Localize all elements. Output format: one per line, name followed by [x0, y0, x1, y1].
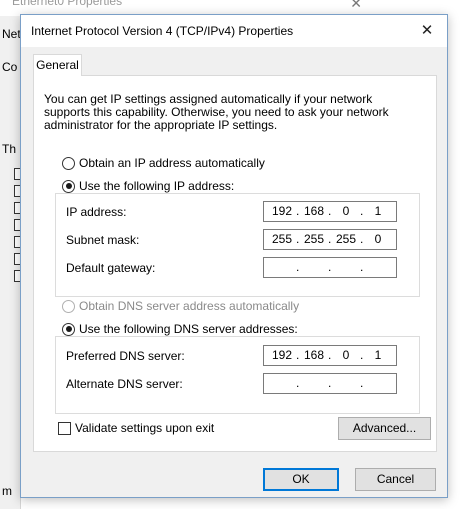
ip-dot: . — [328, 260, 332, 274]
background-text-netw: Netw — [2, 27, 20, 41]
ip-address-octet-3: 0 — [342, 204, 350, 218]
subnet-octet-1: 255 — [271, 232, 293, 246]
tab-general[interactable]: General — [33, 54, 82, 76]
preferred-dns-octet-1: 192 — [271, 348, 293, 362]
ip-dot: . — [360, 260, 364, 274]
description-text: You can get IP settings assigned automat… — [44, 92, 389, 132]
use-following-dns-option[interactable]: Use the following DNS server addresses: — [62, 322, 302, 336]
close-icon[interactable]: ✕ — [417, 21, 437, 41]
ip-dot: . — [360, 204, 364, 218]
use-following-dns-label: Use the following DNS server addresses: — [79, 322, 298, 336]
alternate-dns-label: Alternate DNS server: — [66, 377, 183, 391]
ip-dot: . — [360, 348, 364, 362]
subnet-octet-3: 255 — [335, 232, 357, 246]
use-following-ip-label: Use the following IP address: — [79, 179, 235, 193]
obtain-ip-auto-radio[interactable] — [62, 156, 75, 170]
preferred-dns-octet-2: 168 — [303, 348, 325, 362]
ip-dot: . — [360, 376, 364, 390]
preferred-dns-octet-3: 0 — [342, 348, 350, 362]
use-following-ip-radio[interactable] — [62, 179, 75, 193]
obtain-dns-auto-radio[interactable] — [62, 299, 75, 313]
ip-address-label: IP address: — [66, 205, 127, 219]
ip-address-octet-1: 192 — [271, 204, 293, 218]
subnet-octet-4: 0 — [374, 232, 382, 246]
ip-dot: . — [296, 376, 300, 390]
obtain-ip-auto-option[interactable]: Obtain an IP address automatically — [62, 156, 265, 170]
ipv4-properties-dialog: Internet Protocol Version 4 (TCP/IPv4) P… — [20, 14, 448, 498]
cancel-button[interactable]: Cancel — [355, 468, 436, 491]
preferred-dns-octet-4: 1 — [374, 348, 382, 362]
use-following-dns-radio[interactable] — [62, 322, 75, 336]
preferred-dns-label: Preferred DNS server: — [66, 349, 185, 363]
validate-settings-label: Validate settings upon exit — [75, 421, 215, 435]
background-text-m: m — [2, 484, 12, 498]
ip-dot: . — [328, 204, 332, 218]
validate-settings-checkbox[interactable] — [58, 421, 71, 435]
alternate-dns-input[interactable]: . . . — [263, 373, 397, 394]
ip-dot: . — [296, 204, 300, 218]
default-gateway-label: Default gateway: — [66, 261, 156, 275]
general-panel: You can get IP settings assigned automat… — [33, 75, 437, 452]
ip-dot: . — [296, 348, 300, 362]
dialog-title: Internet Protocol Version 4 (TCP/IPv4) P… — [31, 24, 294, 38]
ip-address-octet-2: 168 — [303, 204, 325, 218]
ip-dot: . — [328, 376, 332, 390]
background-close-icon[interactable]: ✕ — [350, 0, 362, 12]
default-gateway-input[interactable]: . . . — [263, 257, 397, 278]
subnet-mask-input[interactable]: 255 . 255 . 255 . 0 — [263, 229, 397, 250]
background-text-co: Co — [2, 60, 18, 74]
advanced-button[interactable]: Advanced... — [338, 417, 431, 440]
preferred-dns-input[interactable]: 192 . 168 . 0 . 1 — [263, 345, 397, 366]
obtain-ip-auto-label: Obtain an IP address automatically — [79, 156, 265, 170]
ip-dot: . — [360, 232, 364, 246]
ip-dot: . — [296, 232, 300, 246]
tab-general-label: General — [36, 58, 79, 72]
subnet-mask-label: Subnet mask: — [66, 233, 140, 247]
validate-settings-option[interactable]: Validate settings upon exit — [58, 421, 214, 435]
background-window-title: Ethernet0 Properties — [12, 0, 123, 8]
background-text-th: Th — [2, 142, 17, 156]
ip-dot: . — [328, 348, 332, 362]
dialog-titlebar: Internet Protocol Version 4 (TCP/IPv4) P… — [21, 15, 447, 47]
ip-dot: . — [328, 232, 332, 246]
obtain-dns-auto-label: Obtain DNS server address automatically — [79, 299, 300, 313]
use-following-ip-option[interactable]: Use the following IP address: — [62, 179, 239, 193]
ip-address-octet-4: 1 — [374, 204, 382, 218]
ip-address-input[interactable]: 192 . 168 . 0 . 1 — [263, 201, 397, 222]
ip-dot: . — [296, 260, 300, 274]
subnet-octet-2: 255 — [303, 232, 325, 246]
ok-button[interactable]: OK — [263, 468, 339, 491]
obtain-dns-auto-option[interactable]: Obtain DNS server address automatically — [62, 299, 299, 313]
